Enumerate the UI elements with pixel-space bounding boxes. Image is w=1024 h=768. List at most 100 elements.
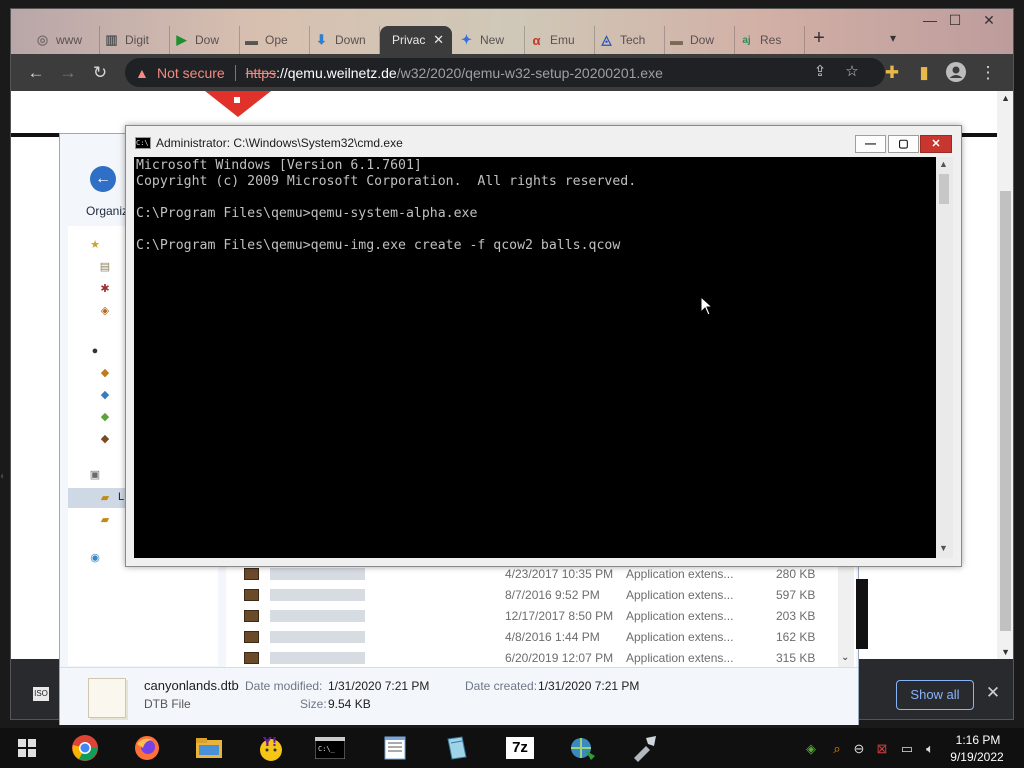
firefox-icon[interactable] — [130, 732, 164, 764]
extensions-icon[interactable]: ✚ — [881, 62, 903, 84]
scroll-up-icon[interactable]: ▲ — [939, 159, 948, 169]
globe-icon: ◎ — [36, 32, 49, 47]
date-created-value: 1/31/2020 7:21 PM — [538, 679, 640, 693]
browser-toolbar: ← → ↻ ▲ Not secure https ://qemu.weilnet… — [11, 54, 1013, 91]
reader-icon[interactable] — [440, 732, 474, 764]
downloads-icon[interactable]: ✱ — [98, 282, 112, 296]
console-scrollbar[interactable]: ▲ ▼ — [936, 157, 953, 558]
desktop-icon[interactable]: ▤ — [98, 260, 112, 274]
7zip-icon[interactable]: 7z — [503, 732, 537, 764]
cmd-icon[interactable]: C:\_ — [313, 732, 347, 764]
music-icon[interactable]: ◆ — [98, 388, 112, 402]
alpha-icon: α — [532, 32, 541, 48]
clock-time[interactable]: 1:16 PM — [948, 733, 1008, 747]
console-line: C:\Program Files\qemu>qemu-img.exe creat… — [136, 238, 621, 253]
tab-digit[interactable]: ▥ Digit — [100, 26, 170, 54]
table-row[interactable]: 4/8/2016 1:44 PM Application extens... 1… — [226, 627, 836, 648]
not-secure-label[interactable]: Not secure — [157, 65, 225, 81]
tab-new[interactable]: ✦ New — [455, 26, 525, 54]
organize-menu[interactable]: Organiz — [86, 204, 128, 218]
favorites-star-icon[interactable]: ★ — [88, 238, 102, 252]
warning-icon[interactable]: ▲ — [135, 66, 149, 80]
explorer-back-button[interactable]: ← — [90, 166, 116, 192]
page-scrollbar[interactable]: ▲ ▼ — [997, 91, 1013, 661]
tab-emu[interactable]: α Emu — [525, 26, 595, 54]
forward-button[interactable]: → — [57, 62, 79, 84]
console-output[interactable]: Microsoft Windows [Version 6.1.7601] Cop… — [134, 157, 936, 558]
tab-tech[interactable]: ◬ Tech — [595, 26, 665, 54]
table-row[interactable]: 6/20/2019 12:07 PM Application extens...… — [226, 648, 836, 669]
share-icon[interactable]: ⇪ — [809, 61, 831, 83]
address-bar[interactable]: ▲ Not secure https ://qemu.weilnetz.de /… — [125, 58, 885, 87]
cmd-minimize-button[interactable]: — — [855, 135, 886, 153]
new-tab-button[interactable]: + — [807, 26, 831, 50]
show-all-downloads-button[interactable]: Show all — [896, 680, 974, 710]
download-file-icon[interactable]: ISO — [33, 687, 49, 701]
window-edge-strip — [856, 579, 868, 649]
window-close-button[interactable]: ✕ — [977, 11, 1001, 29]
profile-icon[interactable] — [945, 62, 967, 84]
sidebar-icon[interactable]: ▮ — [913, 62, 935, 84]
local-disk-icon[interactable]: ▰ — [98, 491, 112, 505]
yahoo-messenger-icon[interactable]: Y! — [254, 732, 288, 764]
scroll-up-icon[interactable]: ▲ — [1001, 93, 1010, 103]
tab-open[interactable]: ▬ Ope — [240, 26, 310, 54]
tab-res[interactable]: aj Res — [735, 26, 805, 54]
tab-download-2[interactable]: ⬇ Down — [310, 26, 380, 54]
libraries-icon[interactable]: ● — [88, 344, 102, 358]
file-name-blurred — [270, 631, 365, 643]
warning-triangle-dot — [234, 97, 240, 103]
volume-icon[interactable]: 🔈︎ — [922, 741, 938, 757]
reload-button[interactable]: ↻ — [89, 62, 111, 84]
chevron-down-icon[interactable]: ⌄ — [841, 652, 849, 663]
tab-search-button[interactable]: ▾ — [883, 28, 903, 48]
documents-icon[interactable]: ◆ — [98, 366, 112, 380]
table-row[interactable]: 4/23/2017 10:35 PM Application extens...… — [226, 564, 836, 585]
notepad-icon[interactable] — [378, 732, 412, 764]
recent-places-icon[interactable]: ◈ — [98, 304, 112, 318]
tab-download-3[interactable]: ▬ Dow — [665, 26, 735, 54]
file-type: Application extens... — [626, 651, 734, 665]
cmd-close-button[interactable]: ✕ — [920, 135, 952, 153]
pictures-icon[interactable]: ◆ — [98, 410, 112, 424]
tray-network-manager-icon[interactable]: ◈ — [803, 741, 819, 757]
tray-display-icon[interactable]: ▭ — [899, 741, 915, 757]
back-button[interactable]: ← — [25, 62, 47, 84]
network-globe-icon[interactable] — [565, 732, 599, 764]
start-icon[interactable] — [10, 732, 44, 764]
tray-search-icon[interactable]: ⌕ — [829, 741, 845, 757]
folder-icon: ▬ — [245, 32, 258, 48]
window-maximize-button[interactable]: ☐ — [943, 11, 967, 29]
tray-status-icon[interactable]: ⊖ — [851, 741, 867, 757]
tab-www[interactable]: ◎ www — [31, 26, 100, 54]
tab-privacy-active[interactable]: Privac ✕ — [380, 26, 452, 54]
console-scroll-thumb[interactable] — [939, 174, 949, 204]
scroll-down-icon[interactable]: ▼ — [1001, 647, 1010, 657]
triangle-icon: ◬ — [601, 32, 612, 47]
drive-icon[interactable]: ▰ — [98, 513, 112, 527]
scroll-down-icon[interactable]: ▼ — [939, 543, 948, 553]
clock-date[interactable]: 9/19/2022 — [942, 750, 1012, 764]
computer-icon[interactable]: ▣ — [88, 468, 102, 482]
cmd-window: C:\ Administrator: C:\Windows\System32\c… — [125, 125, 962, 567]
star-icon[interactable]: ☆ — [841, 61, 863, 83]
edge-marker: ◐ — [0, 471, 7, 482]
window-minimize-button[interactable]: — — [918, 11, 942, 29]
console-line: Microsoft Windows [Version 6.1.7601] — [136, 158, 422, 173]
page-scroll-thumb[interactable] — [1000, 191, 1011, 631]
file-type: Application extens... — [626, 609, 734, 623]
tab-close-icon[interactable]: ✕ — [433, 32, 444, 48]
table-row[interactable]: 8/7/2016 9:52 PM Application extens... 5… — [226, 585, 836, 606]
tool-icon[interactable] — [627, 732, 661, 764]
menu-icon[interactable]: ⋮ — [977, 62, 999, 84]
cmd-maximize-button[interactable]: ▢ — [888, 135, 919, 153]
download-bar-close-button[interactable]: ✕ — [983, 683, 1003, 703]
tab-download-1[interactable]: ▶ Dow — [170, 26, 240, 54]
chrome-icon[interactable] — [68, 732, 102, 764]
videos-icon[interactable]: ◆ — [98, 432, 112, 446]
table-row[interactable]: 12/17/2017 8:50 PM Application extens...… — [226, 606, 836, 627]
tray-pdf-icon[interactable]: ⊠ — [874, 741, 890, 757]
date-modified-label: Date modified: — [245, 679, 323, 693]
file-explorer-icon[interactable] — [192, 732, 226, 764]
network-icon[interactable]: ◉ — [88, 551, 102, 565]
